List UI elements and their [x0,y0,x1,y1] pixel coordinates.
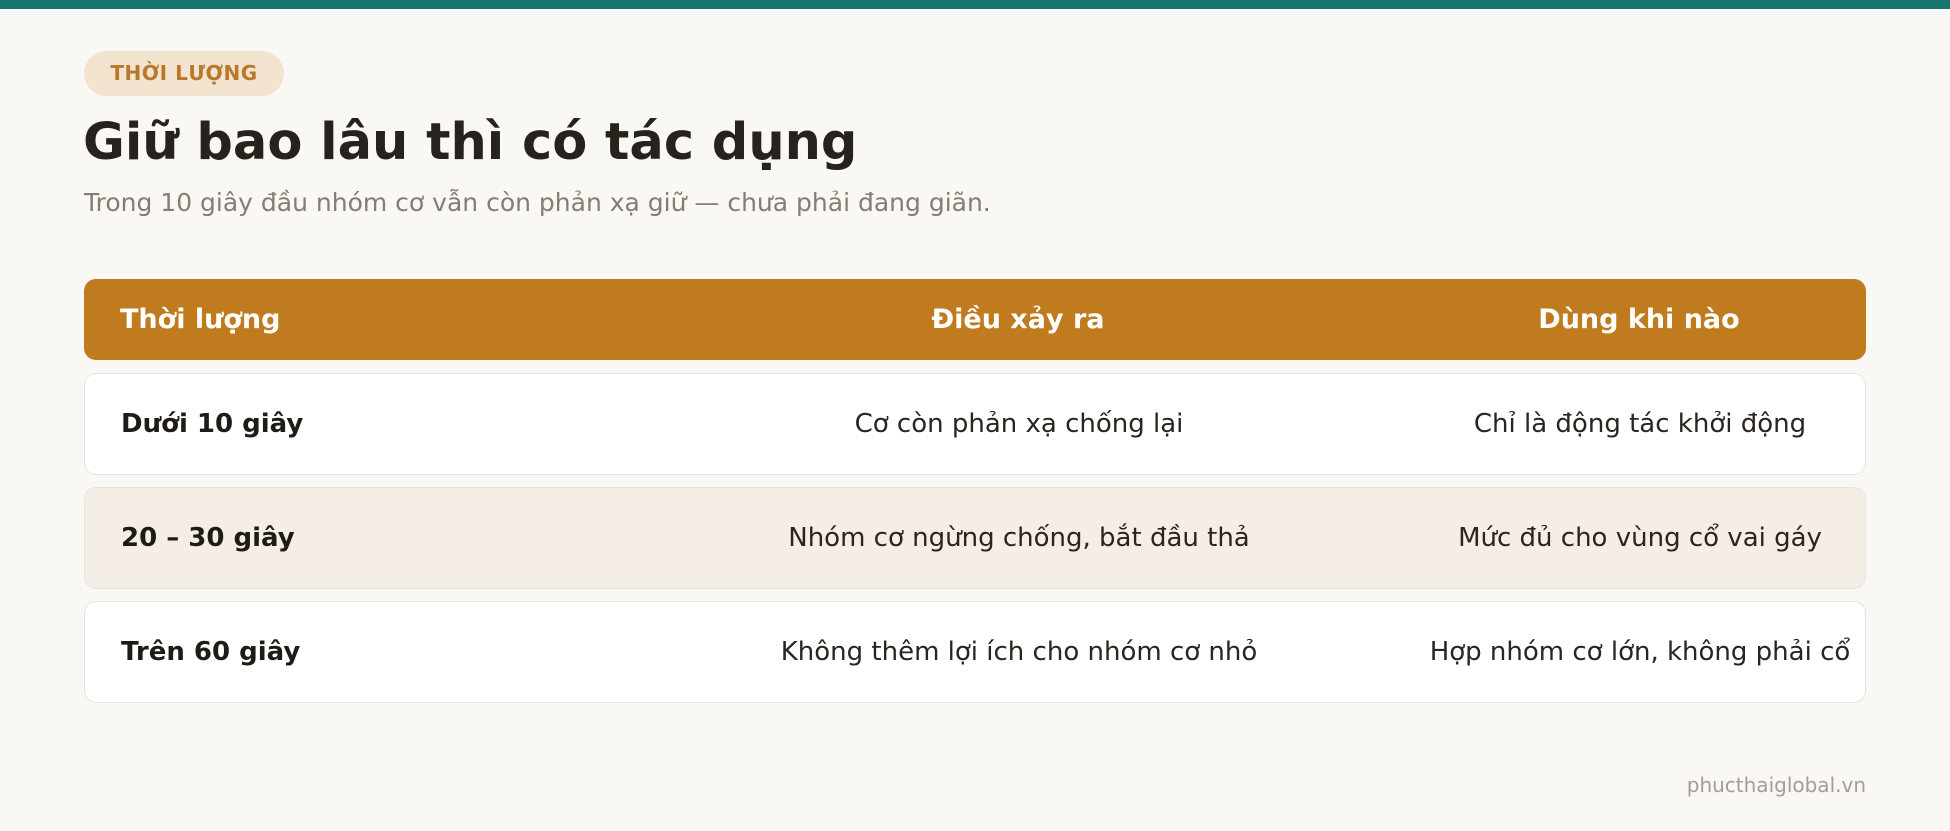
table-row: 20 – 30 giây Nhóm cơ ngừng chống, bắt đầ… [84,487,1866,589]
cell-duration: 20 – 30 giây [121,523,295,553]
column-header-when-to-use: Dùng khi nào [1538,304,1740,335]
column-header-duration: Thời lượng [120,304,281,335]
cell-duration: Dưới 10 giây [121,409,304,439]
cell-duration: Trên 60 giây [121,637,301,667]
cell-when-to-use: Hợp nhóm cơ lớn, không phải cổ [1429,637,1851,667]
cell-what-happens: Cơ còn phản xạ chống lại [854,409,1184,439]
table-row: Trên 60 giây Không thêm lợi ích cho nhóm… [84,601,1866,703]
column-header-what-happens: Điều xảy ra [931,304,1105,335]
section-badge: THỜI LƯỢNG [84,51,284,96]
page-subtitle: Trong 10 giây đầu nhóm cơ vẫn còn phản x… [84,188,991,217]
footer-website: phucthaiglobal.vn [1686,773,1866,797]
cell-what-happens: Nhóm cơ ngừng chống, bắt đầu thả [788,523,1250,553]
top-accent-bar [0,0,1950,9]
cell-what-happens: Không thêm lợi ích cho nhóm cơ nhỏ [780,637,1258,667]
table-header: Thời lượng Điều xảy ra Dùng khi nào [84,279,1866,360]
cell-when-to-use: Chỉ là động tác khởi động [1473,409,1807,439]
page-title: Giữ bao lâu thì có tác dụng [83,113,858,172]
cell-when-to-use: Mức đủ cho vùng cổ vai gáy [1458,523,1822,553]
table-row: Dưới 10 giây Cơ còn phản xạ chống lại Ch… [84,373,1866,475]
